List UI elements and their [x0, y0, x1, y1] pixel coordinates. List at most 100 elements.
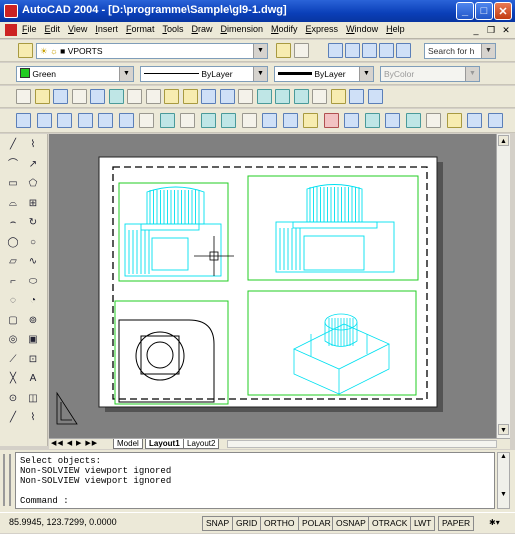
polyline-icon[interactable]: ▭: [6, 177, 20, 191]
search-input[interactable]: Search for h ▼: [424, 43, 496, 59]
revolve-icon[interactable]: [221, 113, 236, 128]
match-properties-icon[interactable]: [182, 89, 198, 104]
rotate-icon[interactable]: ∿: [26, 255, 40, 269]
make-block-icon[interactable]: ╳: [6, 372, 20, 386]
slice-icon[interactable]: [241, 113, 257, 128]
3d-orbit-icon[interactable]: [467, 113, 482, 128]
scroll-down-icon[interactable]: ▼: [498, 424, 509, 435]
wedge-icon[interactable]: [98, 113, 113, 128]
status-toggle-grid[interactable]: GRID: [232, 516, 262, 531]
zoom-window-icon[interactable]: [275, 89, 290, 104]
tab-model[interactable]: Model: [113, 439, 143, 449]
subtract-icon[interactable]: [159, 113, 175, 128]
trim-icon[interactable]: ⊚: [26, 314, 40, 328]
design-center-icon[interactable]: [330, 89, 346, 104]
plotstyle-select[interactable]: ByColor ▼: [380, 66, 480, 82]
color-select[interactable]: Green ▼: [16, 66, 134, 82]
status-toggle-paper[interactable]: PAPER: [438, 516, 475, 531]
scale-icon[interactable]: ⬭: [26, 275, 40, 289]
chevron-down-icon[interactable]: ▼: [359, 67, 373, 81]
sphere-icon[interactable]: [36, 113, 52, 128]
autocad-app-icon[interactable]: [4, 4, 18, 18]
horizontal-scrollbar[interactable]: [227, 440, 497, 448]
publish-icon[interactable]: [108, 89, 124, 104]
menu-file[interactable]: File: [22, 24, 37, 34]
copy-icon[interactable]: [145, 89, 161, 104]
minimize-button[interactable]: _: [456, 2, 474, 20]
polygon-icon[interactable]: ⌓: [6, 197, 20, 211]
torus-icon[interactable]: [118, 113, 134, 128]
drawing-area[interactable]: [49, 134, 496, 438]
shade-icon[interactable]: [487, 113, 503, 128]
scroll-up-icon[interactable]: ▲: [498, 453, 509, 460]
redo-icon[interactable]: [219, 89, 235, 104]
command-scrollbar[interactable]: ▲ ▼: [497, 452, 510, 509]
fillet-icon[interactable]: ◫: [26, 392, 40, 406]
union-icon[interactable]: [139, 113, 154, 128]
tab-layout1[interactable]: Layout1: [145, 439, 184, 449]
maximize-button[interactable]: □: [475, 2, 493, 20]
layer-select[interactable]: ☀ ☼ ■ VPORTS ▼: [36, 43, 268, 59]
new-icon[interactable]: [16, 89, 31, 104]
layer-manager-icon[interactable]: [18, 43, 33, 58]
chevron-down-icon[interactable]: ▼: [253, 67, 267, 81]
viewport-icon[interactable]: [345, 43, 360, 58]
lineweight-select[interactable]: ByLayer ▼: [274, 66, 374, 82]
interfere-icon[interactable]: [282, 113, 298, 128]
named-views-icon[interactable]: [328, 43, 343, 58]
arc-icon[interactable]: ◯: [6, 236, 20, 250]
landscape-icon[interactable]: [385, 113, 400, 128]
doc-restore-icon[interactable]: ❐: [485, 24, 497, 36]
lights-icon[interactable]: [323, 113, 339, 128]
chamfer-icon[interactable]: A: [26, 372, 40, 386]
cut-icon[interactable]: [127, 89, 142, 104]
tool-palettes-icon[interactable]: [349, 89, 364, 104]
statistics-icon[interactable]: [446, 113, 462, 128]
menu-modify[interactable]: Modify: [271, 24, 298, 34]
extrude-icon[interactable]: [200, 113, 216, 128]
hatch-icon[interactable]: ╱: [6, 411, 20, 425]
menu-insert[interactable]: Insert: [95, 24, 118, 34]
open-icon[interactable]: [34, 89, 50, 104]
status-toggle-ortho[interactable]: ORTHO: [260, 516, 299, 531]
print-icon[interactable]: [71, 89, 87, 104]
chevron-down-icon[interactable]: ▼: [465, 67, 479, 81]
status-toggle-osnap[interactable]: OSNAP: [332, 516, 370, 531]
status-toggle-otrack[interactable]: OTRACK: [368, 516, 412, 531]
stretch-icon[interactable]: ◔: [26, 294, 40, 308]
scroll-down-icon[interactable]: ▼: [498, 491, 509, 498]
tray-settings-icon[interactable]: ✱▾: [489, 518, 500, 527]
menu-draw[interactable]: Draw: [191, 24, 212, 34]
mirror-icon[interactable]: ⬠: [26, 177, 40, 191]
extend-icon[interactable]: ▣: [26, 333, 40, 347]
menu-format[interactable]: Format: [126, 24, 155, 34]
help-icon[interactable]: [367, 89, 383, 104]
offset-icon[interactable]: ⊞: [26, 197, 40, 211]
chevron-down-icon[interactable]: ▼: [481, 44, 495, 58]
menu-edit[interactable]: Edit: [45, 24, 61, 34]
status-toggle-snap[interactable]: SNAP: [202, 516, 234, 531]
document-icon[interactable]: [5, 24, 17, 36]
linetype-select[interactable]: ByLayer ▼: [140, 66, 268, 82]
explode-icon[interactable]: ⌇: [26, 411, 40, 425]
box-icon[interactable]: [16, 113, 31, 128]
viewports-icon[interactable]: [362, 43, 377, 58]
make-current-icon[interactable]: [276, 43, 291, 58]
menu-view[interactable]: View: [68, 24, 87, 34]
chevron-down-icon[interactable]: ▼: [119, 67, 133, 81]
point-icon[interactable]: ⊙: [6, 392, 20, 406]
edit-table-icon[interactable]: [396, 43, 411, 58]
erase-icon[interactable]: ⌇: [26, 138, 40, 152]
zoom-previous-icon[interactable]: [293, 89, 309, 104]
doc-close-icon[interactable]: ✕: [500, 24, 512, 36]
vertical-scrollbar[interactable]: ▲ ▼: [496, 134, 510, 438]
tab-layout2[interactable]: Layout2: [183, 439, 220, 449]
save-icon[interactable]: [53, 89, 68, 104]
tab-navigation-icons[interactable]: ◀◀ ◀ ▶ ▶▶: [51, 439, 98, 449]
plot-preview-icon[interactable]: [90, 89, 105, 104]
render-icon[interactable]: [303, 113, 318, 128]
revision-cloud-icon[interactable]: ⌐: [6, 275, 20, 289]
paste-icon[interactable]: [164, 89, 179, 104]
fog-icon[interactable]: [405, 113, 421, 128]
ellipse-icon[interactable]: ▢: [6, 314, 20, 328]
